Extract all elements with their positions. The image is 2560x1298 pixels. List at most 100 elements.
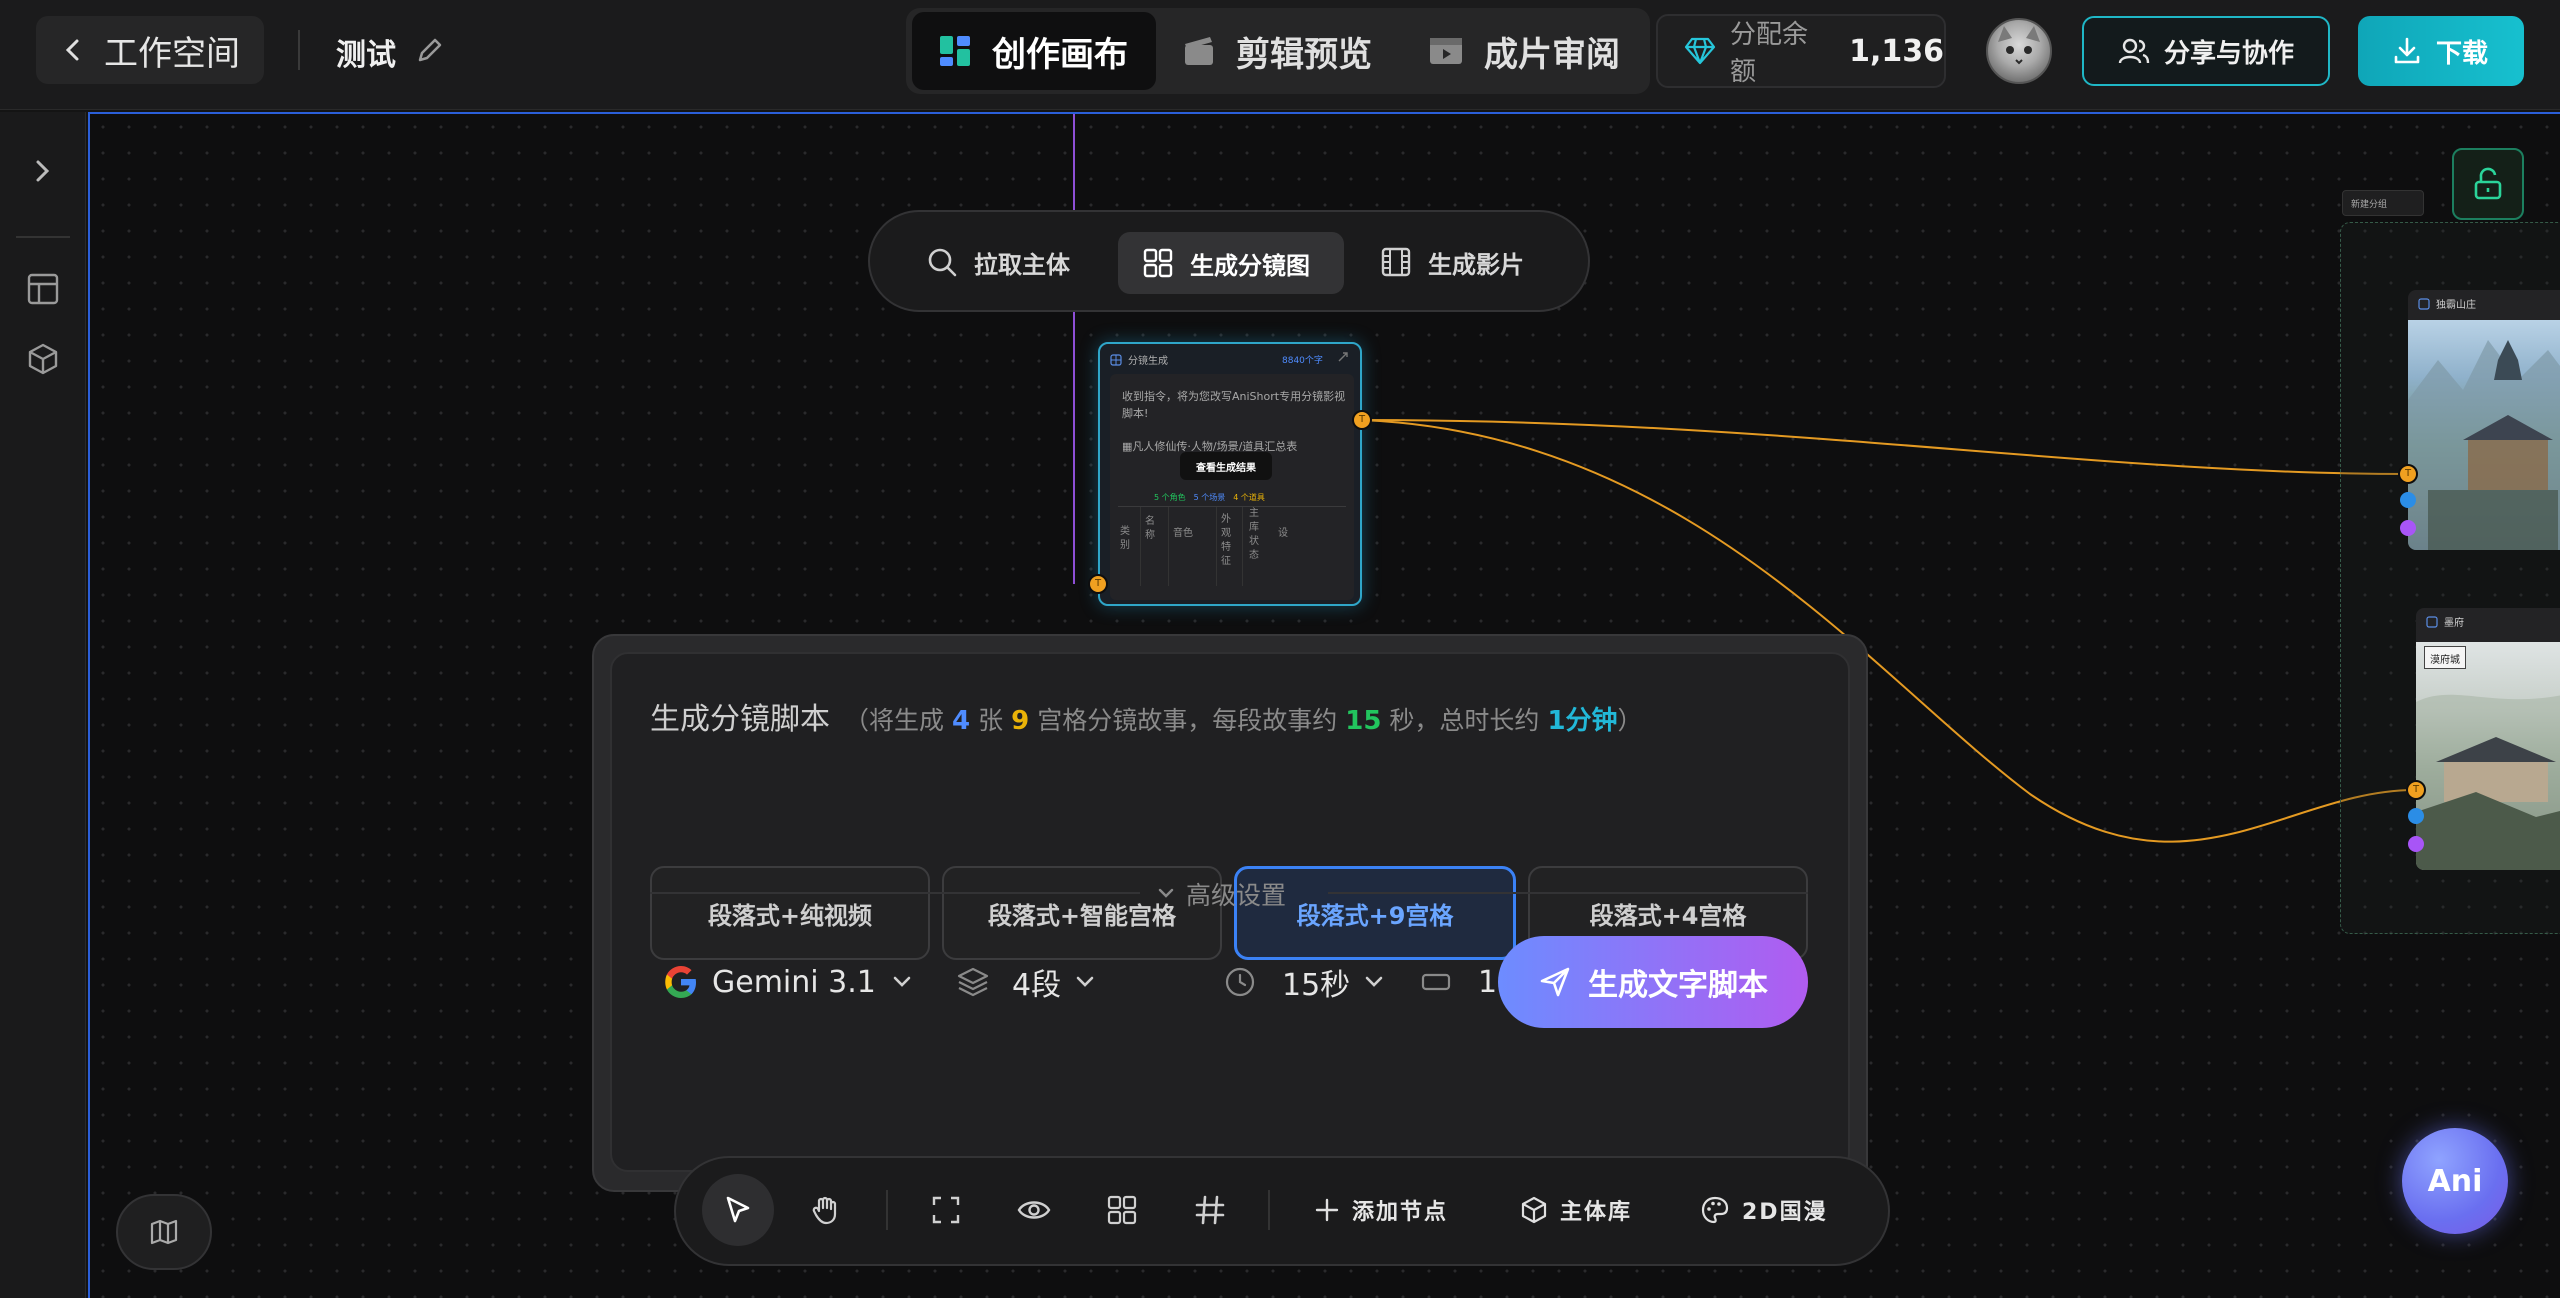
scene-card-1[interactable]: 独霸山庄	[2408, 290, 2560, 550]
duration-select[interactable]: 15秒	[1224, 952, 1386, 1012]
chevron-down-icon	[1073, 973, 1097, 991]
stage-tab-storyboard[interactable]: 生成分镜图	[1118, 232, 1344, 294]
search-icon	[926, 246, 958, 278]
hand-tool-button[interactable]	[790, 1174, 862, 1246]
scene-card-2[interactable]: 墨府 漠府城	[2416, 608, 2560, 870]
node-body: 收到指令，将为您改写AniShort专用分镜影视脚本! ▦凡人修仙传·人物/场景…	[1110, 374, 1354, 600]
stage-tab-film-label: 生成影片	[1428, 250, 1524, 279]
aspect-ratio-icon	[1420, 970, 1452, 994]
duration-value: 15秒	[1282, 968, 1351, 1003]
balance-label: 分配余额	[1730, 20, 1809, 87]
download-button[interactable]: 下载	[2358, 16, 2524, 86]
avatar[interactable]	[1986, 18, 2052, 84]
balance-value: 1,136	[1849, 33, 1944, 69]
table-header: 外观特征	[1216, 507, 1242, 586]
select-tool-button[interactable]	[702, 1174, 774, 1246]
card1-port-image[interactable]	[2400, 492, 2416, 508]
eye-icon	[1017, 1195, 1051, 1225]
node-input-port[interactable]: T	[1088, 574, 1108, 594]
tab-canvas-label: 创作画布	[992, 34, 1128, 75]
card2-port-image[interactable]	[2408, 808, 2424, 824]
google-g-icon	[662, 963, 700, 1001]
edit-pencil-icon[interactable]	[414, 34, 446, 66]
card2-port-text[interactable]: T	[2406, 780, 2426, 800]
style-select-button[interactable]: 2D国漫	[1700, 1194, 1828, 1226]
fit-view-button[interactable]	[910, 1174, 982, 1246]
grid-icon	[1142, 247, 1174, 279]
share-collaborate-button[interactable]: 分享与协作	[2082, 16, 2330, 86]
generate-script-button[interactable]: 生成文字脚本	[1498, 936, 1808, 1028]
node-table: 类别 名称 音色 外观特征 主库状态 设	[1118, 506, 1346, 586]
toolbar-divider	[886, 1190, 888, 1230]
tab-edit-preview-label: 剪辑预览	[1236, 34, 1372, 75]
image-icon	[2418, 297, 2430, 310]
add-node-button[interactable]: 添加节点	[1314, 1194, 1448, 1226]
assistant-button[interactable]: Ani	[2402, 1128, 2508, 1234]
layout-icon[interactable]	[26, 272, 60, 306]
unlock-icon	[2471, 167, 2505, 201]
canvas-area[interactable]: 拉取主体 生成分镜图 生成影片 分镜生成 8840个字 收到指令，将为您改写An…	[88, 112, 2560, 1298]
card1-image	[2408, 320, 2560, 550]
card1-port-text[interactable]: T	[2398, 464, 2418, 484]
chevron-down-icon	[1156, 886, 1176, 902]
node-stats: 5 个角色 5 个场景 4 个道具	[1154, 492, 1265, 503]
film-icon	[1380, 246, 1412, 278]
top-bar: 工作空间 测试 创作画布 剪辑预览 成片审阅 分配余额 1,136 分享与协作 …	[0, 0, 2560, 110]
table-header: 音色	[1168, 507, 1216, 586]
node-output-port[interactable]: T	[1352, 410, 1372, 430]
assistant-label: Ani	[2427, 1163, 2483, 1199]
group-label-tag: 新建分组	[2342, 190, 2424, 216]
grid-view-button[interactable]	[1086, 1174, 1158, 1246]
add-node-label: 添加节点	[1352, 1200, 1449, 1225]
subject-library-button[interactable]: 主体库	[1520, 1194, 1632, 1226]
map-icon	[149, 1217, 179, 1247]
rail-divider	[16, 236, 70, 238]
left-rail	[0, 112, 86, 1298]
storyboard-node[interactable]: 分镜生成 8840个字 收到指令，将为您改写AniShort专用分镜影视脚本! …	[1098, 342, 1362, 606]
table-header: 主库状态	[1242, 507, 1274, 586]
lock-button[interactable]	[2452, 148, 2524, 220]
desc-count: 4	[952, 706, 971, 736]
video-frame-icon	[1428, 34, 1464, 68]
expand-chevron-icon[interactable]	[30, 156, 54, 186]
minimap-button[interactable]	[116, 1194, 212, 1270]
script-panel-header: 生成分镜脚本 （将生成 4 张 9 宫格分镜故事，每段故事约 15 秒，总时长约…	[650, 694, 1643, 738]
mode-pure-video[interactable]: 段落式+纯视频	[650, 866, 930, 960]
image-icon	[2426, 615, 2438, 628]
preview-button[interactable]	[998, 1174, 1070, 1246]
node-grid-icon	[1110, 353, 1122, 366]
segments-value: 4段	[1012, 968, 1062, 1003]
tab-review-label: 成片审阅	[1484, 34, 1620, 75]
chevron-down-icon	[890, 973, 914, 991]
canvas-grid-icon	[938, 34, 972, 68]
segments-select[interactable]: 4段	[956, 952, 1097, 1012]
balance-box: 分配余额 1,136	[1656, 14, 1946, 88]
stage-tab-extract-subject[interactable]: 拉取主体	[926, 232, 1070, 292]
tab-edit-preview[interactable]: 剪辑预览	[1160, 12, 1400, 90]
tab-review[interactable]: 成片审阅	[1406, 12, 1646, 90]
card2-port-style[interactable]	[2408, 836, 2424, 852]
expand-icon[interactable]	[1336, 350, 1350, 364]
share-label: 分享与协作	[2164, 38, 2295, 69]
model-select[interactable]: Gemini 3.1 F	[662, 952, 914, 1012]
stat-scenes: 5 个场景	[1193, 493, 1226, 502]
grid-icon	[1107, 1195, 1137, 1225]
layers-icon	[956, 965, 990, 999]
card1-port-style[interactable]	[2400, 520, 2416, 536]
cube-icon[interactable]	[26, 342, 60, 376]
stat-props: 4 个道具	[1233, 493, 1265, 502]
send-icon	[1538, 965, 1572, 999]
fullscreen-icon	[931, 1195, 961, 1225]
toolbar-divider	[1268, 1190, 1270, 1230]
chevron-left-icon	[62, 37, 84, 63]
hand-icon	[810, 1194, 842, 1226]
advanced-settings-toggle[interactable]: 高级设置	[1156, 876, 1286, 912]
generate-label: 生成文字脚本	[1588, 968, 1768, 1003]
snap-grid-button[interactable]	[1174, 1174, 1246, 1246]
stage-tab-generate-film[interactable]: 生成影片	[1380, 232, 1524, 292]
back-to-workspace-button[interactable]: 工作空间	[36, 16, 264, 84]
tab-canvas[interactable]: 创作画布	[912, 12, 1156, 90]
view-result-button[interactable]: 查看生成结果	[1180, 452, 1272, 480]
advanced-label: 高级设置	[1186, 881, 1287, 910]
table-header: 设	[1278, 528, 1288, 539]
